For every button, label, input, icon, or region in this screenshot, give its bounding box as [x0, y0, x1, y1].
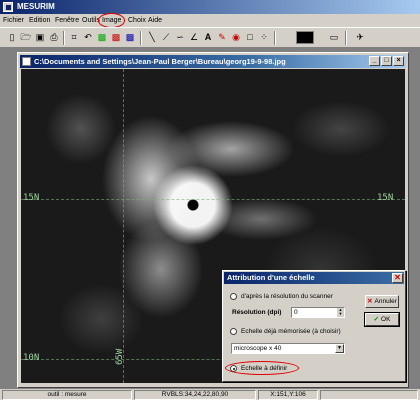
toolbar-separator: [140, 31, 142, 45]
maximize-button[interactable]: □: [381, 56, 392, 66]
stamp-icon[interactable]: ◉: [230, 31, 242, 44]
grid-line-65w: [123, 69, 124, 383]
label-15n: 15N: [23, 193, 40, 203]
dialog-close-button[interactable]: ✕: [392, 273, 403, 283]
resolution-value: 0: [294, 309, 298, 316]
spin-arrows-icon[interactable]: ▲ ▼: [337, 308, 344, 317]
radio-scanner[interactable]: [230, 293, 237, 300]
color-picker-icon[interactable]: ✎: [216, 31, 228, 44]
label-65w: 65W: [115, 348, 125, 365]
option-define-label: Echelle à définir: [241, 365, 288, 372]
app-title: MESURIM: [17, 2, 55, 11]
select-icon[interactable]: ▭: [328, 31, 340, 44]
check-icon: ✓: [373, 316, 380, 323]
cancel-icon: ✕: [367, 298, 373, 305]
app-icon: [3, 2, 13, 12]
menubar: Fichier Edition Fenêtre Outils Image Cho…: [0, 13, 420, 28]
memorized-scale-select[interactable]: microscope x 40 ▼: [231, 343, 345, 354]
close-button[interactable]: ×: [393, 56, 404, 66]
undo-icon[interactable]: ↶: [82, 31, 94, 44]
radio-memorized[interactable]: [230, 328, 237, 335]
dialog-title: Attribution d'une échelle: [227, 273, 315, 282]
status-rvb: RVBLS:34,24,22,80,90: [134, 390, 256, 400]
curve-icon[interactable]: ∽: [174, 31, 186, 44]
option-scanner-label: d'après la résolution du scanner: [241, 293, 333, 300]
chevron-down-icon[interactable]: ▼: [335, 344, 344, 353]
cancel-button[interactable]: ✕ Annuler: [365, 295, 399, 308]
line-icon[interactable]: ╲: [146, 31, 158, 44]
minimize-button[interactable]: _: [369, 56, 380, 66]
dialog-titlebar[interactable]: Attribution d'une échelle ✕: [224, 272, 404, 284]
memorized-scale-value: microscope x 40: [234, 345, 282, 352]
radio-define[interactable]: [230, 365, 237, 372]
ok-label: OK: [381, 316, 391, 323]
new-icon[interactable]: ▯: [6, 31, 18, 44]
toolbar-separator: [345, 31, 347, 45]
square-icon[interactable]: □: [244, 31, 256, 44]
app-titlebar: MESURIM: [0, 0, 420, 14]
polyline-icon[interactable]: ⟋: [160, 31, 172, 44]
menu-aide[interactable]: Aide: [148, 15, 162, 26]
crop-icon[interactable]: ⌗: [68, 31, 80, 44]
points-icon[interactable]: ⁘: [258, 31, 270, 44]
document-titlebar[interactable]: C:\Documents and Settings\Jean-Paul Berg…: [20, 55, 406, 68]
image-blue-icon[interactable]: ▩: [124, 31, 136, 44]
label-15n-right: 15N: [377, 193, 394, 203]
status-coords: X:151,Y:106: [258, 390, 318, 400]
image-green-icon[interactable]: ▩: [96, 31, 108, 44]
toolbar: ▯ 🗁 ▣ ⎙ ⌗ ↶ ▩ ▩ ▩ ╲ ⟋ ∽ ∠ A ✎ ◉ □ ⁘ ▭ ✈: [0, 27, 420, 48]
resolution-label: Résolution (dpi): [232, 309, 282, 316]
print-icon[interactable]: ⎙: [48, 31, 60, 44]
image-red-icon[interactable]: ▩: [110, 31, 122, 44]
scale-dialog: Attribution d'une échelle ✕ d'après la r…: [222, 270, 406, 382]
menu-edition[interactable]: Edition: [29, 15, 50, 26]
open-icon[interactable]: 🗁: [20, 31, 32, 44]
status-tool: outil : mesure: [2, 390, 132, 400]
color-swatch[interactable]: [296, 31, 314, 44]
cancel-label: Annuler: [374, 298, 397, 305]
grid-line-15n: [21, 199, 405, 200]
ok-button[interactable]: ✓ OK: [364, 312, 400, 327]
statusbar: outil : mesure RVBLS:34,24,22,80,90 X:15…: [0, 388, 420, 400]
toolbar-separator: [274, 31, 276, 45]
menu-fenetre[interactable]: Fenêtre: [55, 15, 79, 26]
save-icon[interactable]: ▣: [34, 31, 46, 44]
option-memorized-label: Echelle déjà mémorisée (à choisir): [241, 328, 341, 335]
status-empty: [320, 390, 418, 400]
text-icon[interactable]: A: [202, 31, 214, 44]
angle-icon[interactable]: ∠: [188, 31, 200, 44]
resolution-input[interactable]: 0 ▲ ▼: [291, 307, 345, 318]
menu-choix[interactable]: Choix: [128, 15, 146, 26]
document-title: C:\Documents and Settings\Jean-Paul Berg…: [34, 57, 286, 66]
menu-image[interactable]: Image: [98, 13, 126, 28]
menu-fichier[interactable]: Fichier: [3, 15, 24, 26]
toolbar-separator: [63, 31, 65, 45]
plane-icon[interactable]: ✈: [354, 31, 366, 44]
document-icon: [22, 57, 31, 66]
label-10n: 10N: [23, 353, 40, 363]
